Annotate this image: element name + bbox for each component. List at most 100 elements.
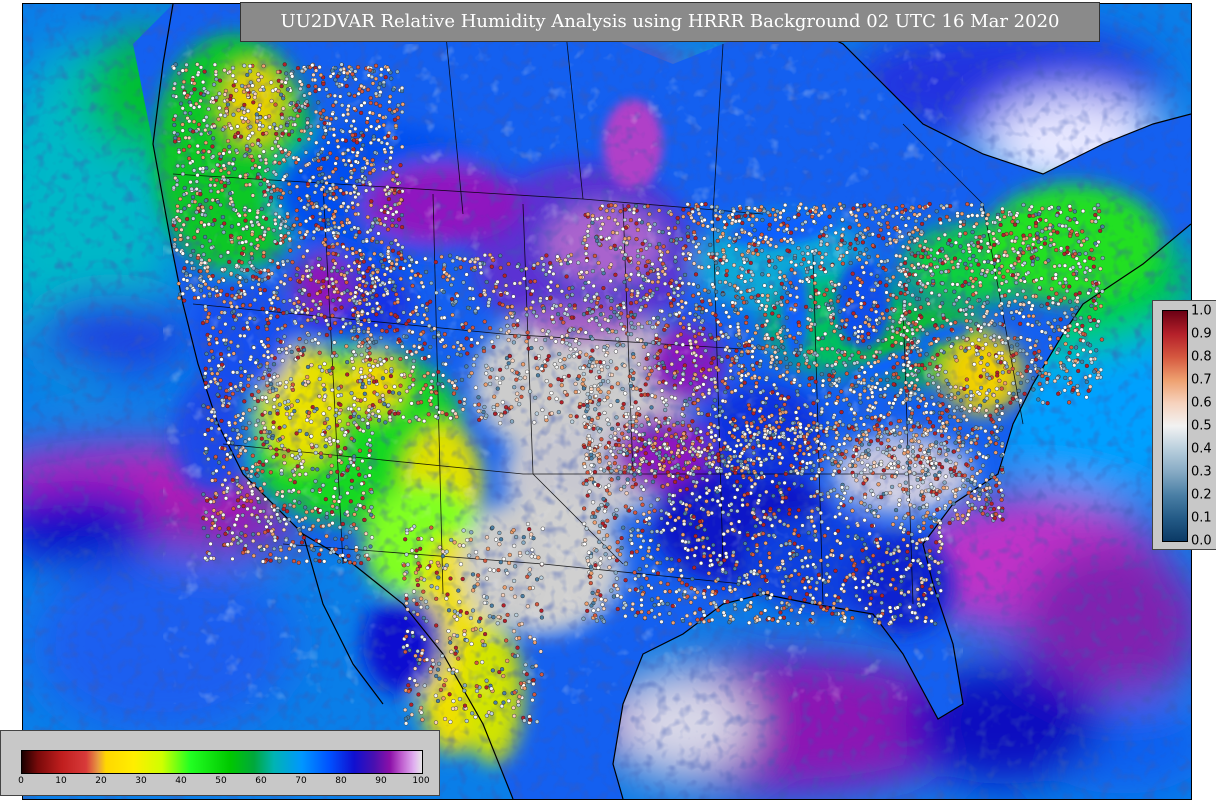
station-marker xyxy=(335,444,341,449)
station-marker xyxy=(367,351,372,356)
station-marker xyxy=(414,260,419,265)
station-marker xyxy=(781,345,786,350)
station-marker xyxy=(834,378,839,383)
station-marker xyxy=(426,412,431,417)
station-marker xyxy=(376,409,381,414)
station-marker xyxy=(371,288,376,293)
station-marker xyxy=(742,380,747,385)
station-marker xyxy=(615,337,620,342)
station-marker xyxy=(843,322,849,327)
station-marker xyxy=(311,175,316,180)
station-marker xyxy=(202,375,207,380)
station-marker xyxy=(227,396,232,401)
station-marker xyxy=(345,217,350,222)
station-marker xyxy=(250,489,255,494)
station-marker xyxy=(241,411,246,416)
map-panel[interactable] xyxy=(22,3,1192,800)
station-marker xyxy=(887,315,892,320)
station-marker xyxy=(455,293,460,298)
station-marker xyxy=(596,296,601,301)
station-marker xyxy=(833,283,838,288)
station-marker xyxy=(713,384,718,390)
station-marker xyxy=(601,360,606,365)
station-marker xyxy=(663,407,668,413)
station-marker xyxy=(671,423,677,428)
station-marker xyxy=(257,126,262,132)
station-marker xyxy=(358,137,363,142)
station-marker xyxy=(345,74,350,79)
station-marker xyxy=(590,217,595,222)
station-marker xyxy=(655,279,661,284)
station-marker xyxy=(887,237,893,242)
station-marker xyxy=(340,427,345,432)
station-marker xyxy=(364,239,369,244)
station-marker xyxy=(769,413,774,418)
station-marker xyxy=(268,258,273,263)
station-marker xyxy=(189,186,194,191)
station-marker xyxy=(389,76,394,81)
station-marker xyxy=(659,309,664,314)
station-marker xyxy=(297,108,302,113)
station-marker xyxy=(284,76,289,82)
station-marker xyxy=(345,468,350,473)
station-marker xyxy=(290,74,295,79)
station-marker xyxy=(917,204,922,209)
station-marker xyxy=(725,354,730,359)
station-marker xyxy=(378,357,383,362)
station-marker xyxy=(316,124,321,129)
station-marker xyxy=(895,327,900,332)
station-marker xyxy=(514,377,519,382)
station-marker xyxy=(429,389,434,395)
station-marker xyxy=(411,358,416,364)
station-marker xyxy=(410,283,415,288)
station-marker xyxy=(796,212,801,217)
station-marker xyxy=(188,253,193,258)
station-marker xyxy=(388,206,393,211)
station-marker xyxy=(691,219,697,224)
station-marker xyxy=(259,339,264,344)
station-marker xyxy=(442,332,447,337)
station-marker xyxy=(271,228,276,233)
station-marker xyxy=(231,537,236,542)
station-marker xyxy=(329,116,334,122)
station-marker xyxy=(192,288,197,293)
station-marker xyxy=(372,251,377,256)
station-marker xyxy=(576,329,581,334)
station-marker xyxy=(727,235,732,241)
station-marker xyxy=(616,305,622,311)
station-marker xyxy=(364,553,370,558)
station-marker xyxy=(340,537,345,542)
station-marker xyxy=(255,515,260,520)
station-marker xyxy=(484,371,489,376)
station-marker xyxy=(583,298,588,303)
station-marker xyxy=(884,308,890,313)
station-marker xyxy=(335,268,340,273)
station-marker xyxy=(479,335,484,340)
station-marker xyxy=(819,409,824,414)
station-marker xyxy=(678,321,683,326)
station-marker xyxy=(273,153,278,158)
station-marker xyxy=(346,158,352,163)
station-marker xyxy=(422,374,427,379)
station-marker xyxy=(606,466,611,471)
station-marker xyxy=(359,375,364,380)
station-marker xyxy=(720,398,725,403)
station-marker xyxy=(241,550,246,555)
station-marker xyxy=(582,238,587,243)
station-marker xyxy=(698,354,704,359)
station-marker xyxy=(222,310,227,315)
station-marker xyxy=(327,406,332,411)
station-marker xyxy=(407,419,412,424)
station-marker xyxy=(545,284,551,290)
station-marker xyxy=(386,403,391,408)
station-marker xyxy=(333,413,338,418)
station-marker xyxy=(418,332,424,337)
station-marker xyxy=(811,219,816,224)
station-marker xyxy=(506,361,511,366)
station-marker xyxy=(410,310,415,315)
station-marker xyxy=(482,404,487,410)
station-marker xyxy=(880,338,885,343)
station-marker xyxy=(294,272,299,278)
station-marker xyxy=(779,339,784,344)
station-marker xyxy=(549,411,554,416)
